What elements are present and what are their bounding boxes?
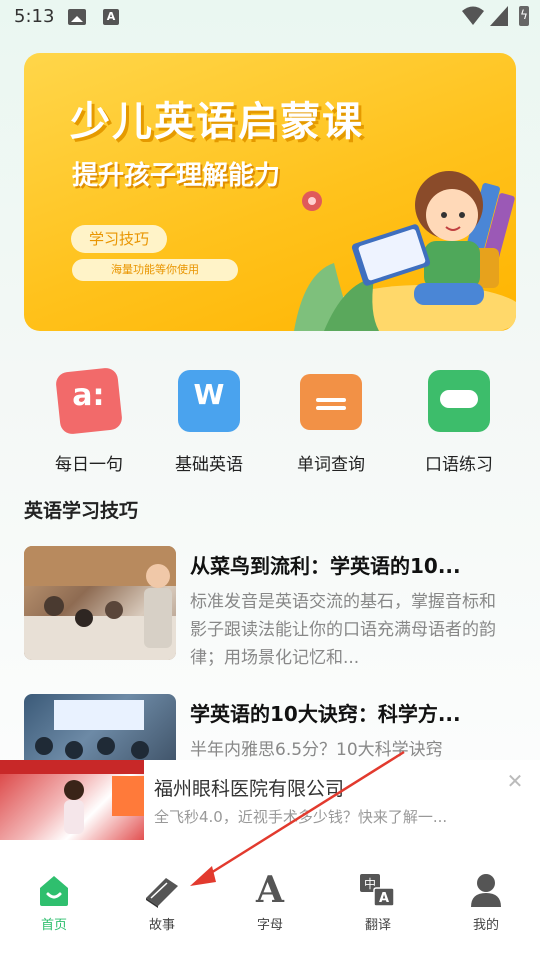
article-item[interactable]: 从菜鸟到流利：学英语的10... 标准发音是英语交流的基石，掌握音标和影子跟读法… [24, 546, 516, 668]
signal-icon [490, 6, 508, 26]
book-icon [146, 878, 178, 908]
article-thumbnail [24, 546, 176, 660]
ad-title: 福州眼科医院有限公司 [154, 778, 345, 800]
article-title: 从菜鸟到流利：学英语的10... [190, 554, 461, 578]
nav-label: 翻译 [364, 918, 391, 933]
nav-label: 首页 [40, 918, 67, 933]
word-lookup-icon [300, 374, 362, 430]
nav-label: 我的 [472, 918, 499, 933]
nav-profile[interactable]: 我的 [432, 872, 540, 933]
nav-home[interactable]: 首页 [0, 872, 108, 933]
promo-banner[interactable]: 少儿英语启蒙课 提升孩子理解能力 学习技巧 海量功能等你使用 [24, 53, 516, 331]
close-icon[interactable]: ✕ [504, 770, 526, 792]
word-lookup-button[interactable]: 单词查询 [276, 370, 386, 480]
home-icon [40, 876, 68, 906]
article-description: 标准发音是英语交流的基石，掌握音标和影子跟读法能让你的口语充满母语者的韵律；用场… [190, 592, 496, 668]
nav-translate[interactable]: 中 A 翻译 [324, 872, 432, 933]
nav-story[interactable]: 故事 [108, 872, 216, 933]
daily-sentence-button[interactable]: 每日一句 [34, 366, 144, 480]
banner-pill: 学习技巧 [71, 225, 167, 253]
status-time: 5:13 [14, 6, 55, 27]
qa-label: 每日一句 [55, 455, 123, 475]
qa-label: 单词查询 [297, 455, 365, 475]
nav-alphabet[interactable]: A 字母 [216, 869, 324, 933]
svg-text:A: A [379, 891, 389, 906]
basic-english-button[interactable]: 基础英语 [154, 370, 264, 480]
speaking-practice-button[interactable]: 口语练习 [404, 370, 514, 480]
girl-reading-illustration [294, 171, 516, 331]
battery-charging-icon [519, 6, 529, 26]
article-description: 半年内雅思6.5分？10大科学诀窍 [190, 740, 443, 760]
translate-icon: 中 A [360, 874, 395, 907]
letter-a-icon: A [256, 869, 284, 911]
banner-subtitle: 提升孩子理解能力 [72, 161, 281, 191]
article-thumbnail [24, 694, 176, 760]
banner-title: 少儿英语启蒙课 [70, 99, 364, 145]
profile-icon [471, 874, 501, 907]
banner-pill-sub: 海量功能等你使用 [72, 259, 238, 281]
status-bar: 5:13 A [0, 0, 540, 36]
ad-image [0, 760, 144, 840]
qa-label: 口语练习 [425, 455, 493, 475]
article-title: 学英语的10大诀窍：科学方... [190, 702, 461, 726]
wifi-icon [462, 6, 484, 25]
speaking-practice-icon [428, 370, 490, 432]
a-icon: A [103, 9, 119, 25]
article-item[interactable]: 学英语的10大诀窍：科学方... 半年内雅思6.5分？10大科学诀窍 [24, 694, 516, 760]
ad-banner[interactable]: 福州眼科医院有限公司 全飞秒4.0，近视手术多少钱？快来了解一... ✕ [0, 760, 540, 840]
section-title: 英语学习技巧 [24, 500, 139, 522]
bottom-nav: 首页 故事 A 字母 中 A 翻译 我的 [0, 840, 540, 960]
basic-english-icon [178, 370, 240, 432]
daily-sentence-icon [54, 366, 124, 436]
ad-description: 全飞秒4.0，近视手术多少钱？快来了解一... [154, 808, 448, 826]
qa-label: 基础英语 [175, 455, 243, 475]
gallery-icon [68, 9, 86, 25]
nav-label: 故事 [148, 918, 175, 933]
nav-label: 字母 [256, 918, 283, 933]
